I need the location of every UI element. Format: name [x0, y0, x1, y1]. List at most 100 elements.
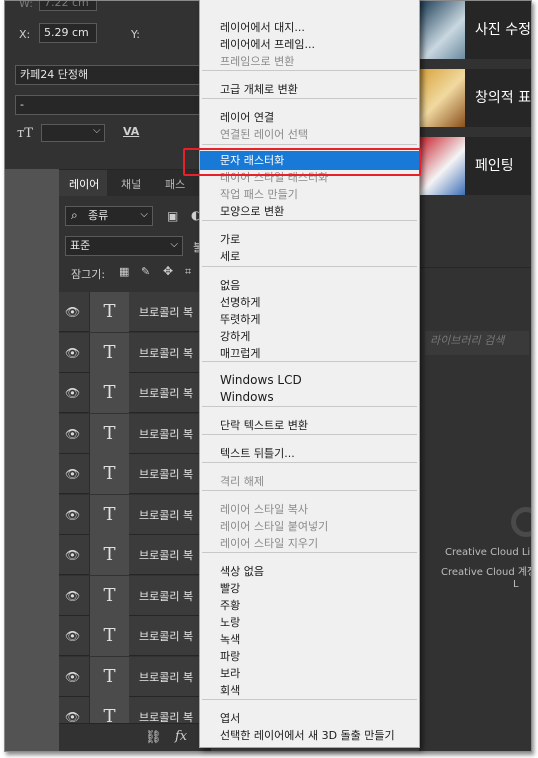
layer-row[interactable]: 👁 T 브로콜리 복 — [59, 373, 211, 413]
layer-row[interactable]: 👁 T 브로콜리 복 — [59, 616, 211, 656]
layer-row[interactable]: 👁 T 브로콜리 복 — [59, 656, 211, 697]
link-icon[interactable]: ⛓ — [145, 730, 162, 745]
layer-row[interactable]: 👁 T 브로콜리 복 — [59, 575, 211, 616]
eye-icon[interactable]: 👁 — [65, 386, 80, 400]
menu-item[interactable]: 빨강 — [200, 580, 419, 597]
left-gray-area — [5, 169, 59, 751]
learn-card-painting[interactable]: 페인팅 — [419, 137, 531, 195]
font-style-field[interactable]: - — [15, 95, 205, 115]
card-thumbnail — [419, 1, 465, 59]
cc-message-line2: Creative Cloud 계정 — [441, 567, 532, 578]
eye-icon[interactable]: 👁 — [65, 427, 80, 441]
blend-mode-select[interactable]: 표준 ⌵ — [65, 236, 183, 256]
learn-card-creative[interactable]: 창의적 표 — [419, 69, 531, 127]
layer-filter-select[interactable]: ⌕ 종류 ⌵ — [65, 206, 153, 226]
eye-icon[interactable]: 👁 — [65, 629, 80, 643]
layer-row[interactable]: 👁 T 브로콜리 복 — [59, 332, 211, 373]
menu-item[interactable]: 선택한 레이어에서 새 3D 돌출 만들기 — [200, 727, 419, 744]
layer-row[interactable]: 👁 T 브로콜리 복 — [59, 413, 211, 454]
layer-row[interactable]: 👁 T 브로콜리 복 — [59, 535, 211, 575]
menu-item: 프레임으로 변환 — [220, 55, 295, 68]
menu-item[interactable]: 강하게 — [200, 328, 419, 345]
text-layer-icon: T — [89, 575, 129, 616]
tracking-icon: VA — [123, 125, 140, 138]
divider — [419, 267, 531, 268]
eye-icon[interactable]: 👁 — [65, 305, 80, 319]
menu-item[interactable]: 색상 없음 — [200, 563, 419, 580]
menu-item[interactable]: 엽서 — [200, 710, 419, 727]
font-family-field[interactable]: 카페24 단정해 — [15, 65, 205, 85]
layer-row[interactable]: 👁 T 브로콜리 복 — [59, 494, 211, 535]
text-layer-icon: T — [89, 454, 129, 494]
menu-item[interactable]: 보라 — [200, 665, 419, 682]
menu-item[interactable]: 세로 — [200, 248, 419, 265]
card-thumbnail — [419, 69, 465, 127]
menu-item: 격리 해제 — [220, 475, 264, 488]
lock-artboard-icon[interactable]: ⌗ — [185, 265, 191, 279]
eye-icon[interactable]: 👁 — [65, 710, 80, 724]
tab-paths[interactable]: 패스 — [165, 176, 185, 192]
eye-icon[interactable]: 👁 — [65, 508, 80, 522]
menu-item[interactable]: 가로 — [200, 231, 419, 248]
font-size-icon: ᴛT — [17, 126, 33, 141]
menu-separator — [202, 699, 417, 700]
eye-icon[interactable]: 👁 — [65, 589, 80, 603]
layer-name: 브로콜리 복 — [139, 427, 194, 441]
menu-item[interactable]: 회색 — [200, 682, 419, 699]
card-thumbnail — [419, 137, 465, 195]
tab-layers[interactable]: 레이어 — [69, 176, 99, 192]
menu-item[interactable]: Windows — [200, 389, 419, 406]
menu-item[interactable]: Windows LCD — [200, 372, 419, 389]
menu-item[interactable]: 레이어 연결 — [200, 109, 419, 126]
x-field[interactable]: 5.29 cm — [39, 23, 97, 43]
eye-icon[interactable]: 👁 — [65, 548, 80, 562]
eye-icon[interactable]: 👁 — [65, 467, 80, 481]
layer-name: 브로콜리 복 — [139, 549, 194, 562]
menu-item[interactable]: 파랑 — [200, 648, 419, 665]
menu-separator — [202, 462, 417, 463]
layer-name: 브로콜리 복 — [139, 306, 194, 319]
menu-item[interactable]: 레이어에서 프레임... — [200, 36, 419, 53]
lock-transparent-icon[interactable]: ▦ — [119, 265, 129, 278]
learn-card-photo-edit[interactable]: 사진 수정 — [419, 1, 531, 59]
menu-item[interactable]: 녹색 — [200, 631, 419, 648]
menu-item[interactable]: 뚜렷하게 — [200, 311, 419, 328]
blend-mode-label: 표준 — [70, 239, 91, 252]
tab-channels[interactable]: 채널 — [121, 176, 141, 192]
fx-icon[interactable]: fx — [175, 729, 187, 744]
menu-separator — [202, 144, 417, 145]
lock-paint-icon[interactable]: ✎ — [141, 265, 150, 278]
layers-panel: 레이어 채널 패스 ⌕ 종류 ⌵ ▣ ◐ 표준 ⌵ 불 잠그기: ▦ ✎ ✥ ⌗… — [59, 169, 211, 751]
menu-item: 작업 패스 만들기 — [220, 188, 298, 201]
menu-item[interactable]: 주황 — [200, 597, 419, 614]
cc-message-line1: Creative Cloud Lib — [445, 547, 532, 558]
annotation-highlight-box — [183, 148, 421, 176]
menu-separator — [202, 434, 417, 435]
chevron-down-icon[interactable]: ⌵ — [93, 125, 101, 136]
menu-item[interactable]: 단락 텍스트로 변환 — [200, 417, 419, 434]
menu-separator — [202, 70, 417, 71]
menu-item[interactable]: 없음 — [200, 277, 419, 294]
y-label: Y: — [131, 28, 140, 41]
menu-item[interactable]: 모양으로 변환 — [200, 203, 419, 220]
text-layer-icon: T — [89, 656, 129, 697]
image-filter-icon[interactable]: ▣ — [167, 209, 178, 223]
lock-move-icon[interactable]: ✥ — [163, 264, 173, 278]
menu-item[interactable]: 노랑 — [200, 614, 419, 631]
layer-name: 브로콜리 복 — [139, 387, 194, 400]
x-label: X: — [19, 28, 31, 41]
menu-item[interactable]: 텍스트 뒤틀기... — [200, 445, 419, 462]
menu-item[interactable]: 레이어에서 대지... — [200, 19, 419, 36]
menu-item[interactable]: 매끄럽게 — [200, 345, 419, 362]
menu-item[interactable]: 선명하게 — [200, 294, 419, 311]
menu-item[interactable]: 고급 개체로 변환 — [200, 81, 419, 98]
layer-row[interactable]: 👁 T 브로콜리 복 — [59, 454, 211, 494]
eye-icon[interactable]: 👁 — [65, 670, 80, 684]
text-layer-icon: T — [89, 494, 129, 535]
eye-icon[interactable]: 👁 — [65, 346, 80, 360]
cc-message-line3: L — [513, 579, 519, 590]
w-field[interactable]: 7.22 cm — [39, 1, 97, 11]
layer-name: 브로콜리 복 — [139, 508, 194, 522]
layer-row[interactable]: 👁 T 브로콜리 복 — [59, 292, 211, 332]
library-search-input[interactable]: 라이브러리 검색 — [425, 331, 529, 355]
